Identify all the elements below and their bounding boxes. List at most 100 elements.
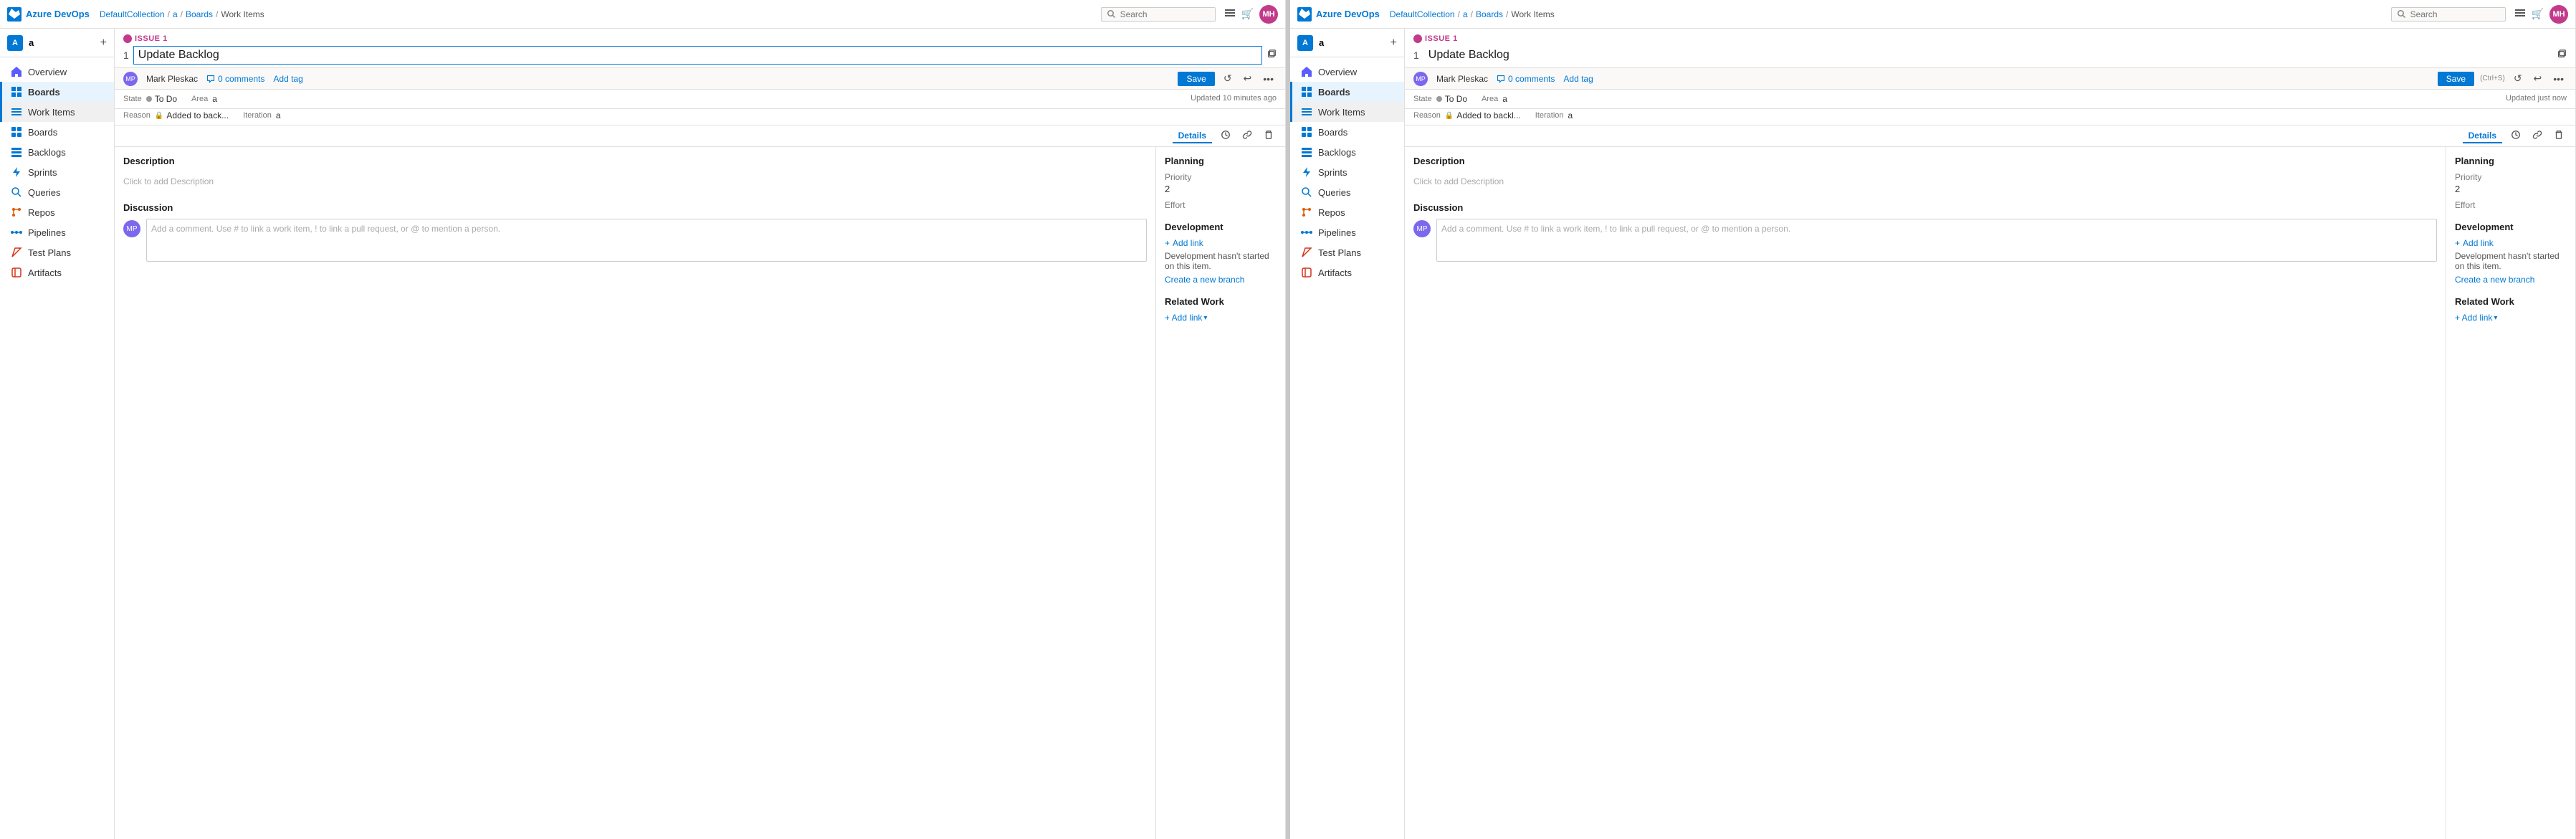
breadcrumb-defaultcollection[interactable]: DefaultCollection	[1390, 9, 1455, 19]
refresh-button[interactable]: ↺	[1221, 71, 1235, 86]
comments-link[interactable]: 0 comments	[1497, 74, 1555, 84]
details-tab[interactable]: Details	[1173, 129, 1212, 143]
sidebar-item-repos[interactable]: Repos	[0, 202, 114, 222]
link-icon[interactable]	[2529, 128, 2545, 143]
breadcrumb-defaultcollection[interactable]: DefaultCollection	[100, 9, 165, 19]
add-tag-button[interactable]: Add tag	[1563, 74, 1593, 84]
reason-value[interactable]: 🔒 Added to back...	[155, 110, 229, 120]
search-box[interactable]	[1101, 7, 1216, 22]
wi-title-input[interactable]	[133, 46, 1262, 65]
list-view-icon[interactable]	[2514, 7, 2526, 21]
app-logo[interactable]: Azure DevOps	[7, 7, 90, 22]
delete-icon[interactable]	[1261, 128, 1277, 143]
breadcrumb-boards[interactable]: Boards	[186, 9, 213, 19]
sidebar-item-overview[interactable]: Overview	[1290, 62, 1404, 82]
sidebar-item-boards[interactable]: Boards	[1290, 82, 1404, 102]
iteration-label: Iteration	[243, 111, 272, 120]
comment-input[interactable]: Add a comment. Use # to link a work item…	[146, 219, 1147, 262]
sidebar-item-sprints[interactable]: Sprints	[0, 162, 114, 182]
wi-copy-button[interactable]	[2557, 49, 2567, 62]
state-value[interactable]: To Do	[1436, 94, 1467, 104]
state-value[interactable]: To Do	[146, 94, 177, 104]
bars-icon	[11, 146, 22, 158]
area-value[interactable]: a	[212, 94, 217, 104]
wi-title-input[interactable]	[1423, 46, 2552, 65]
sidebar-item-test-plans[interactable]: Test Plans	[0, 242, 114, 262]
sidebar-item-work-items[interactable]: Work Items	[1290, 102, 1404, 122]
state-label: State	[123, 95, 142, 103]
priority-value[interactable]: 2	[2455, 184, 2567, 194]
create-branch-link[interactable]: Create a new branch	[1165, 275, 1244, 285]
history-icon[interactable]	[2508, 128, 2524, 143]
list-icon	[11, 106, 22, 118]
app-logo[interactable]: Azure DevOps	[1297, 7, 1380, 22]
iteration-label: Iteration	[1535, 111, 1564, 120]
sidebar-item-repos[interactable]: Repos	[1290, 202, 1404, 222]
sidebar-item-boards[interactable]: Boards	[0, 82, 114, 102]
create-branch-link[interactable]: Create a new branch	[2455, 275, 2534, 285]
sidebar-item-artifacts[interactable]: Artifacts	[1290, 262, 1404, 283]
related-work-add-link[interactable]: + Add link ▾	[2455, 313, 2497, 323]
add-tag-button[interactable]: Add tag	[273, 74, 302, 84]
more-options-button[interactable]: •••	[2550, 72, 2567, 86]
user-avatar[interactable]: MH	[1259, 5, 1278, 24]
save-button[interactable]: Save	[1178, 72, 1214, 86]
breadcrumb-a[interactable]: a	[173, 9, 178, 19]
history-icon[interactable]	[1218, 128, 1234, 143]
sidebar-item-test-plans[interactable]: Test Plans	[1290, 242, 1404, 262]
more-options-button[interactable]: •••	[1260, 72, 1277, 86]
basket-icon[interactable]: 🛒	[1241, 8, 1254, 20]
sidebar-item-boards2[interactable]: Boards	[0, 122, 114, 142]
save-button[interactable]: Save	[2438, 72, 2474, 86]
area-value[interactable]: a	[1502, 94, 1507, 104]
sidebar-item-queries[interactable]: Queries	[1290, 182, 1404, 202]
description-area[interactable]: Click to add Description	[1413, 172, 2437, 191]
add-project-button[interactable]: +	[100, 37, 107, 49]
breadcrumb-boards[interactable]: Boards	[1476, 9, 1503, 19]
sidebar-label-test-plans: Test Plans	[28, 247, 71, 258]
details-tab[interactable]: Details	[2463, 129, 2502, 143]
sidebar-item-work-items[interactable]: Work Items	[0, 102, 114, 122]
description-area[interactable]: Click to add Description	[123, 172, 1147, 191]
sidebar-item-backlogs[interactable]: Backlogs	[1290, 142, 1404, 162]
search-input[interactable]	[2410, 9, 2496, 19]
add-link-button[interactable]: + Add link	[1165, 238, 1203, 248]
breadcrumb-a[interactable]: a	[1463, 9, 1468, 19]
comment-input[interactable]: Add a comment. Use # to link a work item…	[1436, 219, 2437, 262]
sidebar-item-artifacts[interactable]: Artifacts	[0, 262, 114, 283]
sidebar-item-pipelines[interactable]: Pipelines	[0, 222, 114, 242]
search-box[interactable]	[2391, 7, 2506, 22]
wi-fields-row2: Reason 🔒 Added to backl... Iteration a	[1405, 109, 2575, 125]
add-project-button[interactable]: +	[1390, 37, 1397, 49]
sidebar-item-overview[interactable]: Overview	[0, 62, 114, 82]
related-work-add-link[interactable]: + Add link ▾	[1165, 313, 1207, 323]
comments-link[interactable]: 0 comments	[206, 74, 264, 84]
delete-icon[interactable]	[2551, 128, 2567, 143]
sidebar-item-boards2[interactable]: Boards	[1290, 122, 1404, 142]
reason-field: Reason 🔒 Added to backl...	[1413, 110, 1521, 120]
iteration-value[interactable]: a	[1568, 110, 1573, 120]
undo-button[interactable]: ↩	[1241, 71, 1255, 86]
wi-copy-button[interactable]	[1266, 49, 1277, 62]
sidebar-label-work-items: Work Items	[28, 107, 75, 118]
chevron-down-icon: ▾	[2494, 314, 2497, 322]
related-work-title: Related Work	[2455, 296, 2567, 307]
link-icon[interactable]	[1239, 128, 1255, 143]
wi-title-row: 1	[1405, 43, 2575, 68]
sidebar-item-pipelines[interactable]: Pipelines	[1290, 222, 1404, 242]
sidebar-item-queries[interactable]: Queries	[0, 182, 114, 202]
reason-value[interactable]: 🔒 Added to backl...	[1445, 110, 1521, 120]
sidebar-item-backlogs[interactable]: Backlogs	[0, 142, 114, 162]
iteration-value[interactable]: a	[276, 110, 281, 120]
undo-button[interactable]: ↩	[2531, 71, 2545, 86]
list-view-icon[interactable]	[1224, 7, 1236, 21]
search-input[interactable]	[1120, 9, 1206, 19]
grid-icon	[1301, 126, 1312, 138]
priority-value[interactable]: 2	[1165, 184, 1277, 194]
left-panel: Azure DevOps DefaultCollection / a / Boa…	[0, 0, 1286, 839]
sidebar-item-sprints[interactable]: Sprints	[1290, 162, 1404, 182]
user-avatar[interactable]: MH	[2549, 5, 2568, 24]
add-link-button[interactable]: + Add link	[2455, 238, 2494, 248]
basket-icon[interactable]: 🛒	[2532, 8, 2544, 20]
refresh-button[interactable]: ↺	[2511, 71, 2525, 86]
